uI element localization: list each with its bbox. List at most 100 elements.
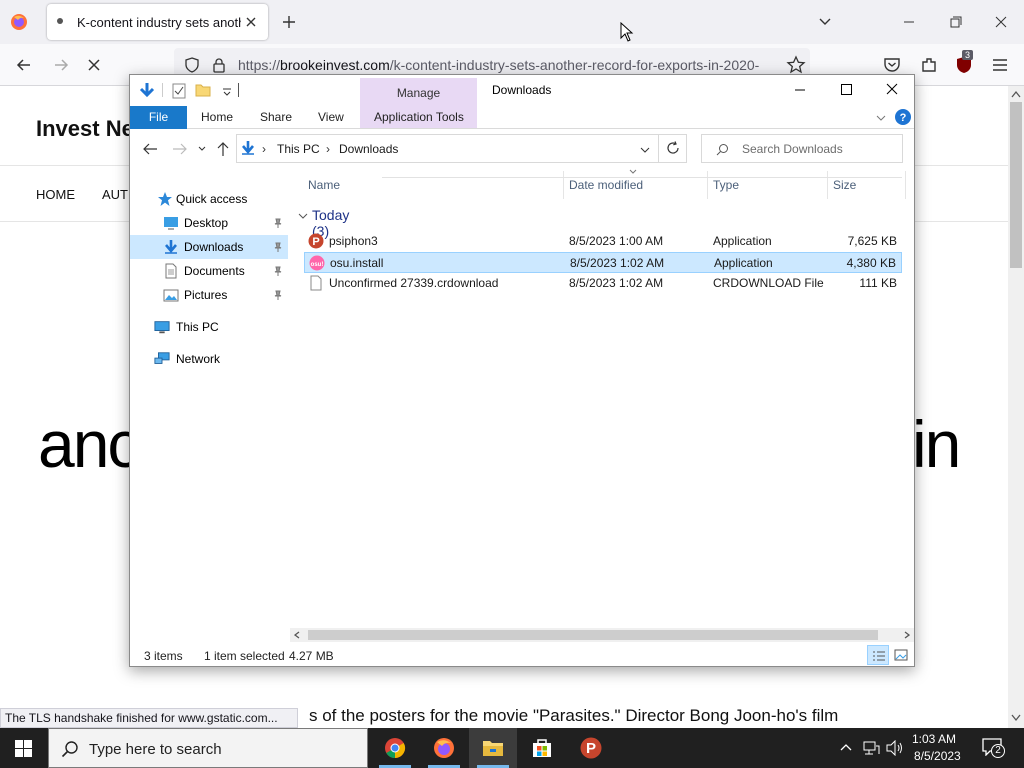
scroll-down-arrow-icon[interactable] — [1011, 714, 1021, 722]
window-title: Downloads — [492, 83, 552, 97]
volume-icon[interactable] — [886, 740, 904, 756]
ribbon-tab-home[interactable]: Home — [201, 110, 233, 124]
action-center-button[interactable]: 2 — [982, 738, 1005, 758]
customize-toolbar-icon[interactable] — [222, 87, 232, 97]
refresh-icon[interactable] — [666, 141, 680, 155]
ribbon-tab-application-tools[interactable]: Application Tools — [374, 110, 464, 124]
ribbon-tab-file[interactable]: File — [130, 106, 187, 129]
extensions-puzzle-icon[interactable] — [919, 55, 939, 75]
taskbar-microsoft-store[interactable] — [518, 728, 566, 768]
address-bar[interactable]: › This PC › Downloads — [236, 134, 687, 163]
nav-desktop[interactable]: Desktop — [130, 211, 288, 235]
address-history-chevron-icon[interactable] — [640, 146, 650, 154]
list-all-tabs-chevron-icon[interactable] — [818, 15, 832, 29]
pin-icon[interactable] — [273, 290, 283, 300]
file-row-selected[interactable]: osu! osu.install 8/5/2023 1:02 AM Applic… — [304, 252, 902, 273]
site-title[interactable]: Invest Ne — [36, 116, 134, 142]
breadcrumb-this-pc[interactable]: This PC — [277, 142, 320, 156]
ribbon-tab-view[interactable]: View — [318, 110, 344, 124]
column-divider[interactable] — [563, 171, 564, 199]
search-placeholder: Search Downloads — [742, 142, 843, 156]
nav-downloads[interactable]: Downloads — [130, 235, 288, 259]
column-divider[interactable] — [905, 171, 906, 199]
ribbon-tab-share[interactable]: Share — [260, 110, 292, 124]
details-view-button[interactable] — [867, 645, 889, 665]
browser-restore-button[interactable] — [932, 8, 978, 36]
url-text[interactable]: https://brookeinvest.com/k-content-indus… — [238, 57, 778, 73]
refresh-button[interactable] — [658, 134, 687, 163]
firefox-logo-icon[interactable] — [10, 13, 28, 31]
bookmark-star-icon[interactable] — [786, 55, 806, 75]
close-tab-icon[interactable] — [243, 14, 259, 30]
horizontal-scrollbar[interactable] — [290, 628, 914, 642]
collapse-chevron-icon[interactable] — [298, 212, 308, 220]
file-row[interactable]: P psiphon3 8/5/2023 1:00 AM Application … — [304, 231, 902, 252]
taskbar-file-explorer[interactable] — [469, 728, 517, 768]
new-folder-icon[interactable] — [195, 83, 211, 97]
start-button[interactable] — [0, 728, 48, 768]
explorer-minimize-button[interactable] — [777, 75, 823, 105]
explorer-close-button[interactable] — [869, 75, 914, 105]
nav-documents[interactable]: Documents — [130, 259, 288, 283]
expand-ribbon-chevron-icon[interactable] — [876, 114, 886, 122]
scroll-up-arrow-icon[interactable] — [1011, 90, 1021, 98]
star-icon — [158, 192, 172, 206]
column-header-name[interactable]: Name — [308, 178, 340, 192]
column-header-size[interactable]: Size — [833, 178, 856, 192]
horizontal-scroll-thumb[interactable] — [308, 630, 878, 640]
tracking-shield-icon[interactable] — [184, 57, 200, 73]
hamburger-menu-icon[interactable] — [990, 55, 1010, 75]
scroll-right-arrow-icon[interactable] — [904, 631, 910, 639]
properties-icon[interactable] — [172, 83, 186, 99]
column-header-type[interactable]: Type — [713, 178, 739, 192]
new-tab-plus-icon[interactable] — [281, 14, 297, 30]
pin-icon[interactable] — [273, 218, 283, 228]
lock-icon[interactable] — [211, 57, 227, 73]
back-arrow-icon[interactable] — [14, 55, 34, 75]
file-name: osu.install — [330, 256, 384, 270]
breadcrumb-downloads[interactable]: Downloads — [339, 142, 398, 156]
column-divider[interactable] — [827, 171, 828, 199]
browser-close-button[interactable] — [978, 8, 1024, 36]
ublock-origin-icon[interactable]: 3 — [954, 50, 974, 75]
nav-label: Network — [176, 352, 221, 366]
recent-locations-chevron-icon[interactable] — [198, 146, 206, 152]
page-scroll-thumb[interactable] — [1010, 102, 1022, 268]
network-icon[interactable] — [862, 740, 880, 756]
pin-icon[interactable] — [273, 266, 283, 276]
breadcrumb-separator[interactable]: › — [262, 142, 266, 156]
menu-item-home[interactable]: HOME — [36, 187, 75, 202]
taskbar-chrome[interactable] — [371, 728, 419, 768]
pin-icon[interactable] — [273, 242, 283, 252]
forward-arrow-icon[interactable] — [172, 142, 188, 156]
taskbar-firefox[interactable] — [420, 728, 468, 768]
clock-time[interactable]: 1:03 AM — [912, 732, 956, 746]
nav-network[interactable]: Network — [130, 347, 288, 371]
explorer-maximize-button[interactable] — [823, 75, 869, 105]
taskbar-psiphon[interactable]: P — [567, 728, 615, 768]
scroll-left-arrow-icon[interactable] — [294, 631, 300, 639]
file-row[interactable]: Unconfirmed 27339.crdownload 8/5/2023 1:… — [304, 273, 902, 294]
nav-this-pc[interactable]: This PC — [130, 315, 288, 339]
nav-quick-access[interactable]: Quick access — [130, 187, 288, 211]
browser-minimize-button[interactable] — [886, 8, 932, 36]
pocket-icon[interactable] — [882, 55, 902, 75]
back-arrow-icon[interactable] — [142, 142, 158, 156]
help-icon[interactable]: ? — [895, 109, 911, 125]
column-divider[interactable] — [707, 171, 708, 199]
search-downloads-input[interactable]: Search Downloads — [701, 134, 903, 163]
store-icon — [533, 739, 551, 757]
column-header-date-modified[interactable]: Date modified — [569, 178, 643, 192]
breadcrumb-separator[interactable]: › — [326, 142, 330, 156]
nav-pictures[interactable]: Pictures — [130, 283, 288, 307]
up-arrow-icon[interactable] — [216, 141, 230, 157]
clock-date[interactable]: 8/5/2023 — [914, 749, 961, 763]
forward-arrow-icon[interactable] — [51, 55, 71, 75]
taskbar-search-box[interactable]: Type here to search — [48, 728, 368, 768]
article-headline-right: in — [912, 407, 961, 481]
column-headers: Name Date modified Type Size — [298, 167, 914, 201]
browser-tab-active[interactable]: K-content industry sets another record f… — [47, 4, 268, 40]
large-icons-view-button[interactable] — [890, 645, 912, 665]
show-hidden-icons-chevron-icon[interactable] — [840, 743, 852, 751]
stop-loading-icon[interactable] — [84, 55, 104, 75]
